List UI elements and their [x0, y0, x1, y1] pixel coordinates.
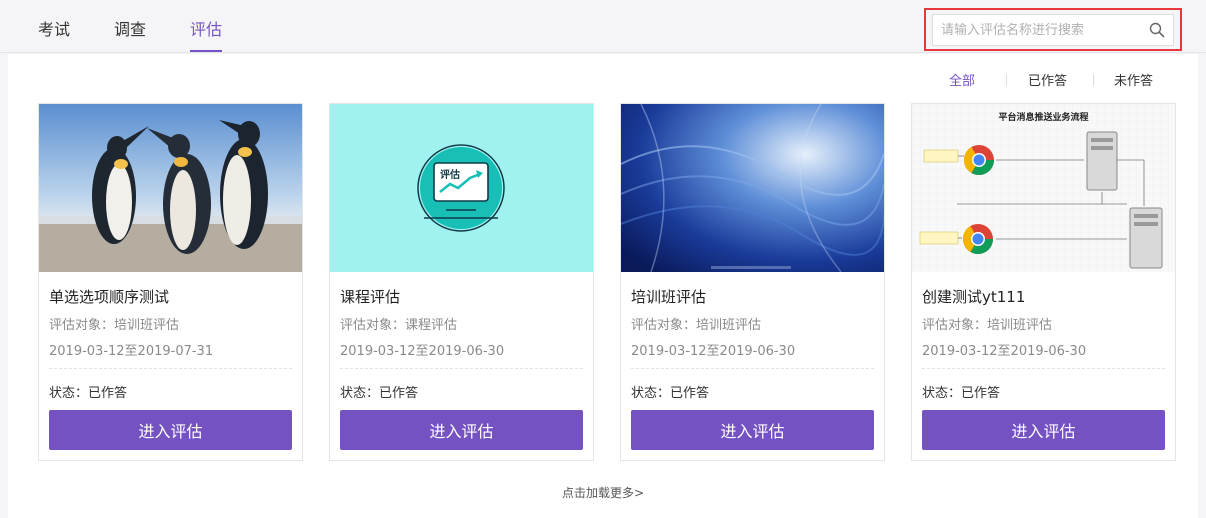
- card-status: 状态：已作答: [631, 386, 710, 401]
- image-label: 评估: [440, 170, 460, 181]
- enter-evaluation-button[interactable]: 进入评估: [340, 410, 583, 450]
- card-image-penguins[interactable]: [39, 104, 302, 272]
- card-divider: [340, 368, 583, 369]
- card-dates: 2019-03-12至2019-06-30: [922, 344, 1087, 359]
- card-target: 评估对象：课程评估: [340, 318, 458, 333]
- search-icon[interactable]: [1149, 22, 1165, 38]
- enter-evaluation-button[interactable]: 进入评估: [49, 410, 292, 450]
- evaluation-card: 评估 课程评估 评估对象：课程评估 2019-03-12至2019-06-30 …: [329, 103, 594, 461]
- filter-unanswered[interactable]: 未作答: [1114, 70, 1153, 89]
- filter-divider: [1006, 74, 1007, 86]
- tab-exam[interactable]: 考试: [38, 16, 70, 52]
- card-image-evaluation-chart[interactable]: 评估: [330, 104, 593, 272]
- enter-evaluation-button[interactable]: 进入评估: [631, 410, 874, 450]
- filter-all[interactable]: 全部: [949, 70, 975, 89]
- card-title[interactable]: 单选选项顺序测试: [49, 286, 169, 307]
- enter-evaluation-button[interactable]: 进入评估: [922, 410, 1165, 450]
- image-label: 平台消息推送业务流程: [998, 113, 1089, 123]
- filter-answered[interactable]: 已作答: [1028, 70, 1067, 89]
- card-title[interactable]: 课程评估: [340, 286, 400, 307]
- card-divider: [49, 368, 292, 369]
- search-box: [932, 14, 1174, 46]
- card-target: 评估对象：培训班评估: [49, 318, 180, 333]
- card-dates: 2019-03-12至2019-07-31: [49, 344, 214, 359]
- card-status: 状态：已作答: [922, 386, 1001, 401]
- top-navigation-bar: 考试 调查 评估: [0, 0, 1206, 53]
- card-divider: [631, 368, 874, 369]
- card-image-blue-abstract[interactable]: [621, 104, 884, 272]
- filter-divider: [1093, 74, 1094, 86]
- card-status: 状态：已作答: [49, 386, 128, 401]
- card-status: 状态：已作答: [340, 386, 419, 401]
- card-dates: 2019-03-12至2019-06-30: [340, 344, 505, 359]
- card-dates: 2019-03-12至2019-06-30: [631, 344, 796, 359]
- card-image-flowchart[interactable]: 平台消息推送业务流程: [912, 104, 1175, 272]
- evaluation-card: 平台消息推送业务流程 创建测试yt111 评估对象：培训班评估 2019-03-…: [911, 103, 1176, 461]
- card-title[interactable]: 培训班评估: [631, 286, 706, 307]
- tab-survey[interactable]: 调查: [114, 16, 146, 52]
- card-target: 评估对象：培训班评估: [631, 318, 762, 333]
- card-divider: [922, 368, 1165, 369]
- evaluation-card: 培训班评估 评估对象：培训班评估 2019-03-12至2019-06-30 状…: [620, 103, 885, 461]
- tab-evaluation[interactable]: 评估: [190, 16, 223, 52]
- load-more-link[interactable]: 点击加载更多>: [8, 484, 1198, 501]
- card-target: 评估对象：培训班评估: [922, 318, 1053, 333]
- evaluation-card: 单选选项顺序测试 评估对象：培训班评估 2019-03-12至2019-07-3…: [38, 103, 303, 461]
- search-input[interactable]: [941, 15, 1141, 45]
- search-highlight-frame: [924, 8, 1182, 51]
- card-title[interactable]: 创建测试yt111: [922, 286, 1025, 307]
- main-content: 全部 已作答 未作答 单选选项顺序测试 评估对象：培训班评估 2019-03-1…: [8, 54, 1198, 518]
